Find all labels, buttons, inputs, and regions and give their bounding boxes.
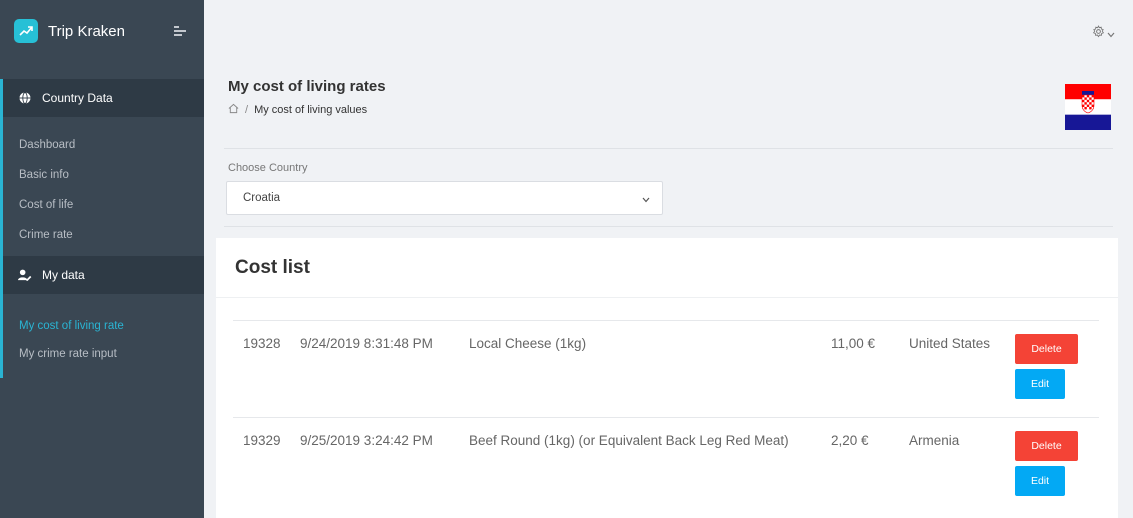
breadcrumb-separator: / xyxy=(245,104,249,116)
row-price: 2,20 € xyxy=(831,433,869,448)
delete-button[interactable]: Delete xyxy=(1015,431,1078,461)
home-icon[interactable] xyxy=(228,103,239,117)
row-item: Beef Round (1kg) (or Equivalent Back Leg… xyxy=(469,433,789,448)
sidebar-section-title: Country Data xyxy=(42,91,113,105)
gear-icon xyxy=(1092,25,1105,43)
sidebar-item-dashboard[interactable]: Dashboard xyxy=(0,130,204,160)
main-content: My cost of living rates / My cost of liv… xyxy=(204,0,1133,518)
croatia-flag-icon xyxy=(1065,84,1111,130)
topbar xyxy=(204,0,1133,62)
user-edit-icon xyxy=(18,268,32,282)
globe-icon xyxy=(18,91,32,105)
sidebar-item-my-crime-rate-input[interactable]: My crime rate input xyxy=(0,340,204,368)
cost-list-card: Cost list 19328 9/24/2019 8:31:48 PM Loc… xyxy=(216,238,1118,518)
sidebar-section-header[interactable]: My data xyxy=(0,256,204,294)
table-row: 19329 9/25/2019 3:24:42 PM Beef Round (1… xyxy=(233,417,1099,514)
row-date: 9/24/2019 8:31:48 PM xyxy=(300,336,433,351)
trending-up-icon xyxy=(14,19,38,43)
sidebar-item-crime-rate[interactable]: Crime rate xyxy=(0,220,204,250)
row-price: 11,00 € xyxy=(831,336,876,351)
row-id: 19328 xyxy=(243,336,281,351)
sidebar-section-title: My data xyxy=(42,268,85,282)
cost-list-title: Cost list xyxy=(235,257,310,278)
row-date: 9/25/2019 3:24:42 PM xyxy=(300,433,433,448)
header-divider xyxy=(224,148,1113,149)
chevron-down-icon xyxy=(1107,25,1115,43)
edit-button[interactable]: Edit xyxy=(1015,466,1065,496)
sidebar-section-header[interactable]: Country Data xyxy=(0,79,204,117)
settings-menu[interactable] xyxy=(1092,25,1115,43)
country-select-value: Croatia xyxy=(243,192,281,204)
delete-button[interactable]: Delete xyxy=(1015,334,1078,364)
row-item: Local Cheese (1kg) xyxy=(469,336,587,351)
sidebar-item-basic-info[interactable]: Basic info xyxy=(0,160,204,190)
row-country: Armenia xyxy=(909,433,960,448)
filter-divider xyxy=(224,226,1113,227)
brand: Trip Kraken xyxy=(0,0,204,62)
sidebar-section-my-data: My data My cost of living rate My crime … xyxy=(0,256,204,378)
breadcrumb-current: My cost of living values xyxy=(254,104,368,116)
chevron-down-icon xyxy=(642,194,650,206)
page-title: My cost of living rates xyxy=(228,78,386,95)
sidebar-item-cost-of-life[interactable]: Cost of life xyxy=(0,190,204,220)
brand-name: Trip Kraken xyxy=(48,22,125,40)
sidebar-item-my-cost-of-living-rate[interactable]: My cost of living rate xyxy=(0,312,204,340)
sidebar-toggle-icon[interactable] xyxy=(174,26,186,36)
card-divider xyxy=(216,297,1118,298)
sidebar-section-country-data: Country Data Dashboard Basic info Cost o… xyxy=(0,79,204,256)
country-select[interactable]: Croatia xyxy=(226,181,663,215)
table-row: 19328 9/24/2019 8:31:48 PM Local Cheese … xyxy=(233,320,1099,417)
breadcrumb: / My cost of living values xyxy=(228,103,367,117)
country-select-label: Choose Country xyxy=(228,162,308,174)
sidebar: Trip Kraken Country Data Dashboard Basic… xyxy=(0,0,204,518)
edit-button[interactable]: Edit xyxy=(1015,369,1065,399)
row-country: United States xyxy=(909,336,991,351)
row-id: 19329 xyxy=(243,433,281,448)
